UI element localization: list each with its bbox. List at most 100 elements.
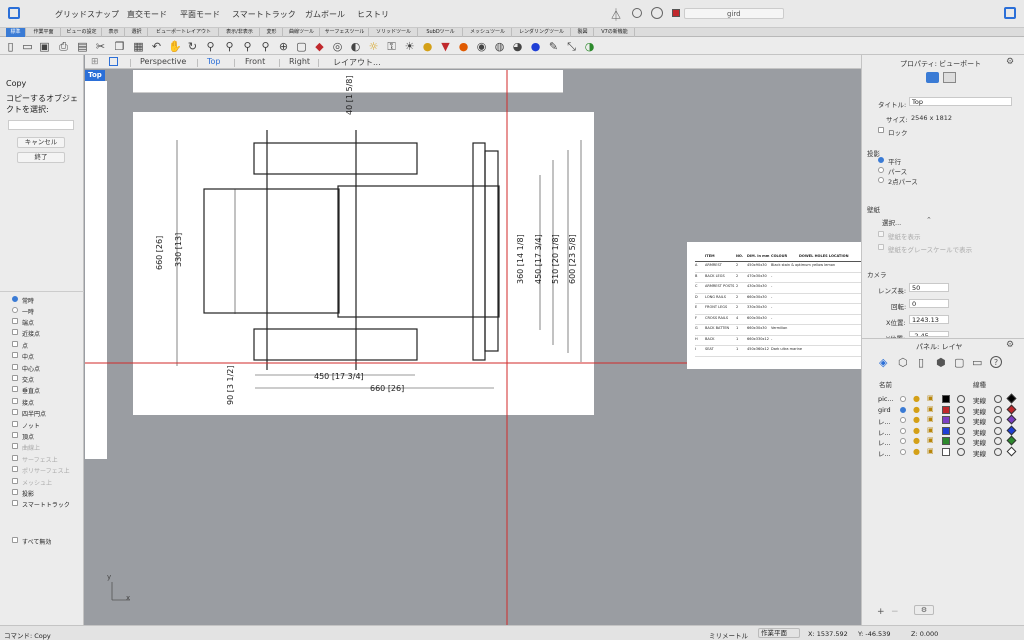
snap-checkbox[interactable] — [12, 466, 18, 473]
wallpaper-select[interactable]: 選択... — [882, 217, 901, 227]
tab-cplanes[interactable]: 作業平面 — [27, 28, 61, 37]
visibility-icon[interactable]: ● — [913, 426, 920, 435]
pen-icon[interactable]: ✎ — [547, 40, 560, 53]
color-wheel-icon[interactable]: ● — [457, 40, 470, 53]
layer-color-swatch[interactable] — [942, 437, 950, 445]
tab-subd-tools[interactable]: SubDツール — [419, 28, 463, 37]
car-icon[interactable]: ◆ — [313, 40, 326, 53]
lock-icon[interactable]: ▣ — [927, 426, 934, 434]
save-icon[interactable]: ▣ — [38, 40, 51, 53]
command-line[interactable]: コマンド: Copy — [4, 630, 51, 640]
cplane-dropdown[interactable]: 作業平面 — [758, 628, 800, 638]
grid-layout-icon[interactable]: ⊞ — [91, 57, 99, 67]
tab-solid-tools[interactable]: ソリッドツール — [370, 28, 418, 37]
tab-front[interactable]: Front — [245, 57, 265, 66]
current-layer-dropdown[interactable]: gird — [684, 8, 784, 19]
current-layer-radio[interactable] — [900, 417, 906, 423]
new-file-icon[interactable]: ▯ — [4, 40, 17, 53]
tab-render-tools[interactable]: レンダリングツール — [513, 28, 571, 37]
layer-row[interactable]: gird ● ▣ 実線 — [862, 404, 1024, 416]
finish-button[interactable]: 終了 — [17, 152, 65, 163]
print-width-icon[interactable] — [1006, 425, 1017, 435]
command-input[interactable] — [8, 120, 74, 130]
display-tab-icon[interactable]: ▭ — [972, 356, 982, 369]
material-icon[interactable] — [957, 426, 965, 435]
snap-checkbox[interactable] — [12, 477, 18, 484]
lock-icon[interactable]: ▣ — [927, 447, 934, 455]
tab-surface-tools[interactable]: サーフェスツール — [321, 28, 369, 37]
snap-checkbox[interactable] — [12, 454, 18, 461]
snap-checkbox[interactable] — [12, 363, 18, 370]
paste-icon[interactable]: ▦ — [132, 40, 145, 53]
objects-tab-icon[interactable]: ⬡ — [898, 356, 908, 369]
snap-checkbox[interactable] — [12, 397, 18, 404]
lock-icon[interactable]: ▣ — [927, 394, 934, 402]
current-layer-radio[interactable] — [900, 406, 906, 413]
ypos-field[interactable]: -2.45 — [909, 331, 949, 337]
material-icon[interactable] — [957, 416, 965, 424]
snap-checkbox[interactable] — [12, 409, 18, 416]
layer-linetype[interactable]: 実線 — [973, 427, 986, 437]
back-icon[interactable] — [632, 8, 642, 18]
layer-color-swatch[interactable] — [942, 395, 950, 403]
copy-icon[interactable]: ❐ — [113, 40, 126, 53]
background-tab-icon[interactable] — [943, 72, 956, 83]
open-file-icon[interactable]: ▭ — [21, 40, 34, 53]
lock-icon[interactable]: ⚿ — [385, 40, 398, 53]
current-layer-radio[interactable] — [900, 438, 906, 444]
snap-mode-radio[interactable] — [12, 296, 18, 302]
paint-icon[interactable]: ▼ — [439, 40, 452, 53]
lamp-icon[interactable]: ● — [421, 40, 434, 53]
cube-tab-icon[interactable]: ▢ — [954, 356, 964, 369]
print-color-icon[interactable] — [994, 395, 1002, 403]
tab-viewport-layout[interactable]: ビューポートレイアウト — [149, 28, 219, 37]
snap-checkbox[interactable] — [12, 500, 18, 507]
print-color-icon[interactable] — [994, 447, 1002, 456]
snap-checkbox[interactable] — [12, 432, 18, 438]
material-icon[interactable] — [957, 447, 965, 456]
tab-standard[interactable]: 標準 — [6, 28, 26, 37]
print-color-icon[interactable] — [994, 405, 1002, 414]
layer-linetype[interactable]: 実線 — [973, 395, 986, 405]
single-layout-icon[interactable] — [109, 57, 118, 66]
disable-all-checkbox[interactable] — [12, 537, 18, 543]
tab-mesh-tools[interactable]: メッシュツール — [464, 28, 512, 37]
sidebar-toggle-icon[interactable] — [8, 7, 20, 19]
hide-icon[interactable]: ◐ — [349, 40, 362, 53]
light-icon[interactable]: ☀ — [403, 40, 416, 53]
zoom-extents-icon[interactable]: ⚲ — [241, 40, 254, 53]
undo-icon[interactable]: ↶ — [150, 40, 163, 53]
print-icon[interactable]: ⎙ — [57, 40, 70, 53]
snap-checkbox[interactable] — [12, 318, 18, 324]
layer-linetype[interactable]: 実線 — [973, 416, 986, 426]
top-viewport[interactable]: Top y x 40 [1 5/8] 660 [26] 330 [13] 360… — [85, 70, 861, 625]
lock-icon[interactable]: ▣ — [927, 405, 934, 413]
perspective-radio[interactable] — [878, 167, 884, 173]
zoom-icon[interactable]: ⚲ — [204, 40, 217, 53]
rotation-field[interactable]: 0 — [909, 299, 949, 308]
cancel-button[interactable]: キャンセル — [17, 137, 65, 148]
block-tab-icon[interactable]: ⬢ — [936, 356, 946, 369]
lock-icon[interactable]: ▣ — [927, 436, 934, 444]
camera-tab-icon[interactable] — [926, 72, 939, 83]
material-icon[interactable] — [957, 405, 965, 414]
rendered-icon[interactable]: ◕ — [511, 40, 524, 53]
rotate-view-icon[interactable]: ↻ — [186, 40, 199, 53]
visibility-icon[interactable]: ● — [913, 436, 920, 445]
blue-sphere-icon[interactable]: ● — [529, 40, 542, 53]
current-layer-radio[interactable] — [900, 396, 906, 402]
tab-transform[interactable]: 変形 — [261, 28, 283, 37]
tab-layout[interactable]: レイアウト... — [333, 57, 381, 68]
title-field[interactable]: Top — [909, 97, 1012, 106]
save-as-icon[interactable]: ▤ — [76, 40, 89, 53]
tab-curve-tools[interactable]: 曲線ツール — [284, 28, 320, 37]
mode-history[interactable]: ヒストリ — [357, 9, 389, 20]
help-tab-icon[interactable]: ? — [990, 356, 1002, 368]
layer-row[interactable]: レ... ● ▣ 実線 — [862, 425, 1024, 437]
mode-ortho[interactable]: 直交モード — [127, 9, 167, 20]
layer-row[interactable]: レ... ● ▣ 実線 — [862, 446, 1024, 458]
mode-planar[interactable]: 平面モード — [180, 9, 220, 20]
visibility-icon[interactable]: ● — [913, 405, 920, 414]
pan-icon[interactable]: ✋ — [168, 40, 182, 53]
snap-checkbox[interactable] — [12, 443, 18, 450]
